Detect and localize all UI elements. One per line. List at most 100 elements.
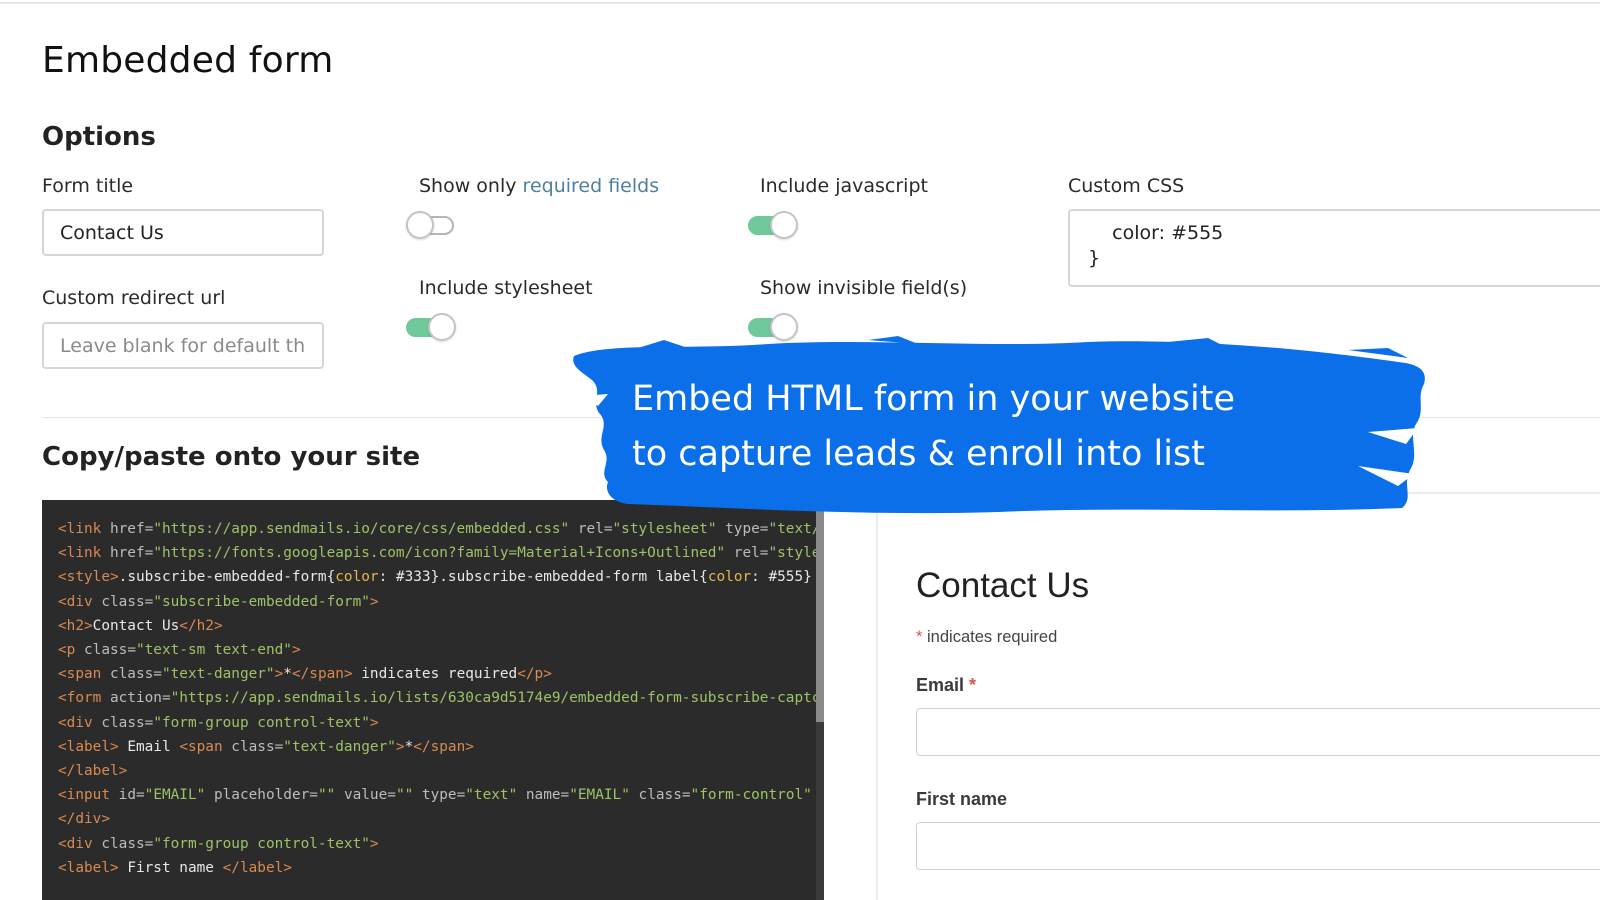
code-line: <input id="EMAIL" placeholder="" value="…: [58, 783, 824, 807]
code-token: "": [317, 787, 336, 804]
code-token: "stylesheet": [612, 521, 717, 537]
code-token: "https://fonts.googleapis.com/icon?famil…: [153, 545, 726, 562]
code-token: <div: [58, 714, 102, 731]
preview-required-note: * indicates required: [916, 628, 1057, 647]
copy-paste-heading: Copy/paste onto your site: [42, 442, 421, 472]
code-token: type=: [716, 521, 769, 537]
code-token: indicates required: [352, 666, 518, 683]
preview-email-input[interactable]: [916, 708, 1600, 756]
code-token: "form-control": [690, 787, 812, 804]
code-token: <style>: [58, 569, 119, 586]
custom-css-label: Custom CSS: [1068, 175, 1185, 197]
code-line: <p class="text-sm text-end">: [58, 638, 824, 662]
code-token: </span>: [291, 666, 353, 683]
code-token: class=: [84, 642, 136, 659]
code-token: "": [395, 787, 414, 804]
include-javascript-label: Include javascript: [760, 175, 928, 197]
code-token: >: [369, 593, 379, 610]
code-line: <link href="https://app.sendmails.io/cor…: [58, 517, 824, 541]
code-line: <style>.subscribe-embedded-form{color: #…: [58, 565, 824, 589]
banner-line-2: to capture leads & enroll into list: [632, 434, 1205, 474]
include-stylesheet-toggle[interactable]: [406, 313, 456, 341]
form-title-input[interactable]: [42, 209, 324, 256]
code-token: <div: [58, 835, 102, 852]
code-line: <label> First name </label>: [58, 856, 824, 880]
preview-email-label: Email *: [916, 675, 976, 696]
code-token: href=: [109, 521, 154, 537]
code-token: <p: [58, 642, 84, 659]
custom-css-textarea[interactable]: color: #555 }: [1068, 209, 1600, 287]
toggle-knob: [428, 313, 456, 341]
code-token: type=: [413, 787, 466, 804]
required-only-toggle[interactable]: [406, 211, 456, 239]
show-invisible-label: Show invisible field(s): [760, 277, 968, 299]
code-line: <h2>Contact Us</h2>: [58, 614, 824, 638]
code-token: <link: [58, 521, 110, 537]
code-token: class=: [101, 714, 154, 731]
code-token: Email: [118, 738, 180, 755]
code-token: "form-group control-text": [153, 835, 370, 852]
code-scrollbar-thumb[interactable]: [816, 500, 824, 722]
required-fields-link[interactable]: required fields: [523, 175, 660, 197]
code-token: </label>: [58, 763, 128, 780]
code-token: "text-danger": [161, 666, 275, 683]
code-token: >: [274, 666, 284, 683]
code-token: >: [291, 642, 301, 659]
code-line: <div class="form-group control-text">: [58, 832, 824, 856]
code-token: >: [395, 738, 405, 755]
code-token: </h2>: [179, 617, 223, 634]
code-line: <span class="text-danger">*</span> indic…: [58, 662, 824, 686]
code-token: <div: [58, 593, 102, 610]
code-token: rel=: [569, 521, 613, 537]
code-token: class=: [101, 835, 154, 852]
include-javascript-toggle[interactable]: [748, 211, 798, 239]
code-line: </label>: [58, 759, 824, 783]
code-token: "https://app.sendmails.io/lists/630ca9d5…: [170, 690, 824, 707]
code-token: placeholder=: [205, 787, 318, 804]
preview-first-name-input[interactable]: [916, 822, 1600, 870]
code-token: <label>: [58, 859, 119, 876]
code-line: <link href="https://fonts.googleapis.com…: [58, 541, 824, 565]
code-token: *: [404, 738, 414, 755]
code-token: rel=: [725, 545, 769, 562]
code-line: <form action="https://app.sendmails.io/l…: [58, 686, 824, 710]
embed-code-text[interactable]: <link href="https://app.sendmails.io/cor…: [58, 517, 824, 880]
embed-code-panel[interactable]: <link href="https://app.sendmails.io/cor…: [42, 500, 824, 900]
code-scrollbar[interactable]: [816, 500, 824, 900]
options-heading: Options: [42, 122, 156, 152]
code-token: "EMAIL": [569, 787, 630, 804]
preview-first-name-label: First name: [916, 789, 1008, 809]
code-token: : #333}.subscribe-embedded-form label{: [378, 569, 708, 586]
required-only-label: Show only required fields: [419, 175, 659, 197]
code-token: class=: [109, 666, 162, 683]
code-token: class=: [101, 593, 154, 610]
email-label-text: Email: [916, 675, 965, 695]
code-token: value=: [335, 787, 396, 804]
code-token: </p>: [517, 666, 552, 683]
redirect-url-label: Custom redirect url: [42, 287, 226, 309]
top-divider: [0, 2, 1600, 4]
redirect-url-input[interactable]: [42, 322, 324, 369]
code-token: href=: [109, 545, 154, 562]
code-line: </div>: [58, 807, 824, 831]
page-title: Embedded form: [42, 40, 334, 81]
code-token: *: [283, 666, 292, 683]
banner-line-1: Embed HTML form in your website: [632, 379, 1235, 419]
code-token: >: [369, 714, 379, 731]
code-token: Contact Us: [92, 617, 180, 634]
code-token: "text": [465, 787, 518, 804]
code-token: </label>: [222, 859, 292, 876]
code-token: id=: [118, 787, 145, 804]
code-token: "subscribe-embedded-form": [153, 593, 370, 610]
code-token: <input: [58, 787, 119, 804]
code-token: <form: [58, 690, 110, 707]
code-token: color: [707, 569, 752, 586]
email-required-star: *: [969, 675, 977, 695]
code-token: action=: [109, 690, 171, 707]
code-line: <label> Email <span class="text-danger">…: [58, 735, 824, 759]
code-token: "form-group control-text": [153, 714, 370, 731]
code-token: "https://app.sendmails.io/core/css/embed…: [153, 521, 570, 537]
include-stylesheet-label: Include stylesheet: [419, 277, 593, 299]
required-only-label-prefix: Show only: [419, 175, 523, 197]
code-token: name=: [517, 787, 570, 804]
